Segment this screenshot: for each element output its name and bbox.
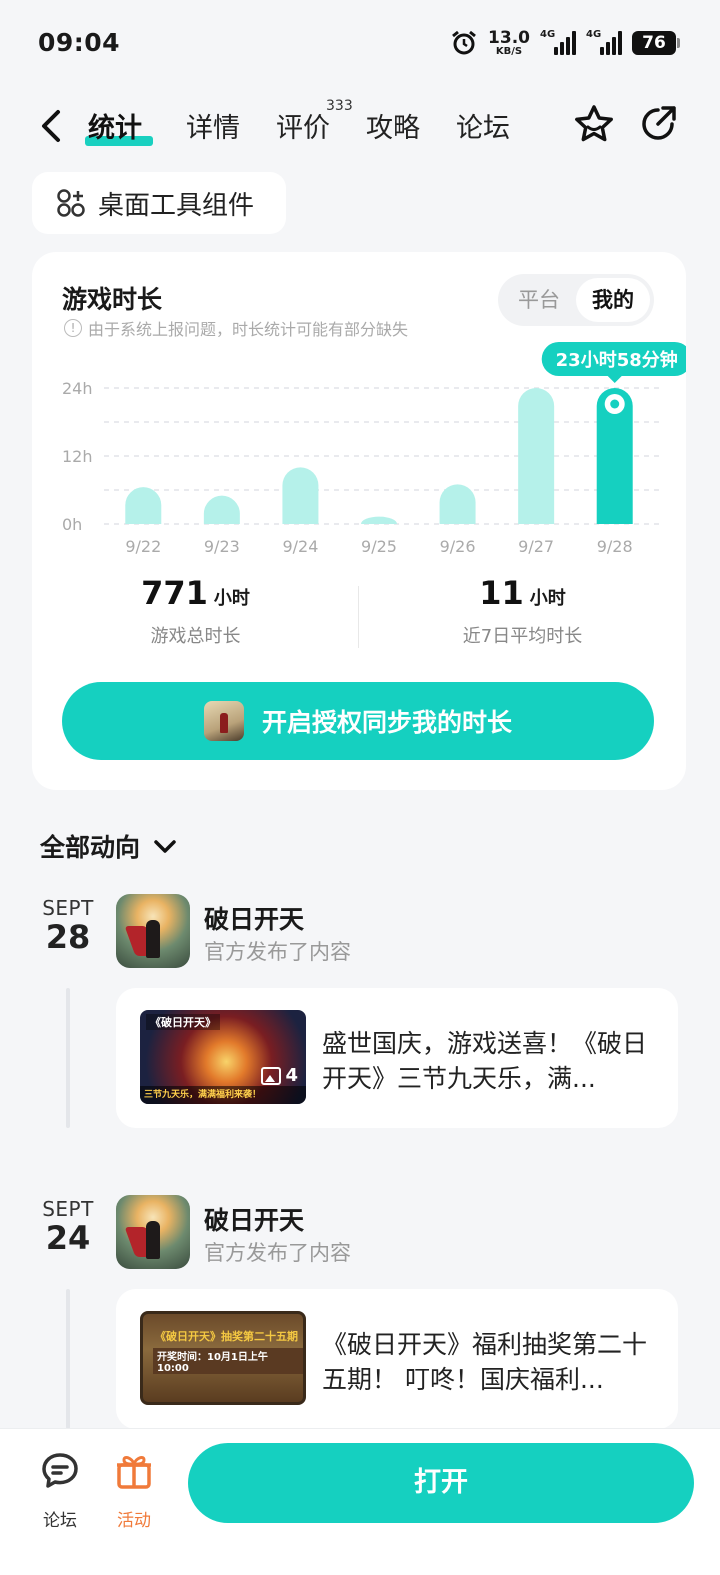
post-thumbnail: 《破日开天》抽奖第二十五期 开奖时间：10月1日上午10:00 xyxy=(140,1311,306,1405)
x-tick-label: 9/24 xyxy=(282,537,318,556)
alarm-icon xyxy=(452,30,476,55)
chart-bar xyxy=(439,484,476,524)
publish-action: 官方发布了内容 xyxy=(204,940,351,964)
gift-icon xyxy=(117,1456,151,1489)
publisher-name[interactable]: 破日开天 xyxy=(204,1201,304,1237)
chart-bar xyxy=(125,487,162,524)
bottom-action-bar: 论坛 活动 打开 xyxy=(0,1428,720,1575)
y-tick-label: 0h xyxy=(62,515,82,534)
publisher-name[interactable]: 破日开天 xyxy=(204,900,304,936)
playtime-note: ! 由于系统上报问题，时长统计可能有部分缺失 xyxy=(64,316,408,340)
publish-action: 官方发布了内容 xyxy=(204,1241,351,1265)
tooltip-pointer xyxy=(607,376,622,383)
x-tick-label: 9/28 xyxy=(597,537,633,556)
x-tick-label: 9/26 xyxy=(440,537,476,556)
total-playtime: 771 小时 游戏总时长 xyxy=(141,574,250,647)
feed-date: SEPT 28 xyxy=(42,896,94,956)
network-speed: 13.0 KB/S xyxy=(488,27,530,57)
x-tick-label: 9/22 xyxy=(125,537,161,556)
review-count-badge: 333 xyxy=(326,98,353,114)
timeline-line xyxy=(66,1289,70,1429)
share-icon[interactable] xyxy=(636,102,680,146)
playtime-chart: 0h 12h 24h 9/22 9/23 9/24 9/25 9/26 9/27 9/28 23小时… xyxy=(62,342,686,556)
post-thumbnail: 《破日开天》 4 三节九天乐，满满福利来袭！ xyxy=(140,1010,306,1104)
y-tick-label: 12h xyxy=(62,447,93,466)
info-icon: ! xyxy=(64,319,82,337)
tab-reviews[interactable]: 评价 xyxy=(276,106,330,145)
chart-bar xyxy=(518,388,555,524)
signal-icon-2: 4G xyxy=(586,29,622,55)
publisher-avatar[interactable] xyxy=(116,1195,190,1269)
status-icons: 13.0 KB/S 4G 4G 76 xyxy=(450,26,680,60)
post-card[interactable]: 《破日开天》抽奖第二十五期 开奖时间：10月1日上午10:00 《破日开天》福利… xyxy=(116,1289,678,1429)
widget-grid-icon xyxy=(57,189,85,217)
image-icon xyxy=(261,1066,282,1085)
widget-chip-label: 桌面工具组件 xyxy=(98,190,255,221)
back-arrow-icon[interactable] xyxy=(36,106,68,146)
average-playtime: 11 小时 近7日平均时长 xyxy=(462,574,583,647)
chat-bubble-icon xyxy=(42,1453,78,1488)
chart-bar xyxy=(203,495,240,524)
game-icon xyxy=(203,701,244,741)
x-tick-label: 9/27 xyxy=(518,537,554,556)
y-tick-label: 24h xyxy=(62,379,93,398)
desktop-widget-button[interactable]: 桌面工具组件 xyxy=(32,172,286,234)
tab-forum[interactable]: 论坛 xyxy=(456,106,510,145)
star-icon[interactable] xyxy=(572,102,616,146)
chart-bar xyxy=(361,516,397,524)
status-time: 09:04 xyxy=(38,28,121,57)
image-count: 4 xyxy=(261,1065,298,1086)
source-toggle[interactable]: 平台 我的 xyxy=(498,274,654,326)
selected-point-dot xyxy=(610,399,620,409)
toggle-platform[interactable]: 平台 xyxy=(502,278,576,322)
publisher-avatar[interactable] xyxy=(116,894,190,968)
status-bar: 09:04 13.0 KB/S 4G 4G 76 xyxy=(0,0,720,88)
tab-details[interactable]: 详情 xyxy=(186,106,240,145)
feed-filter[interactable]: 全部动向 xyxy=(40,828,178,864)
tooltip-label: 23小时58分钟 xyxy=(556,349,678,371)
battery-icon: 76 xyxy=(632,31,680,55)
post-text: 《破日开天》福利抽奖第二十五期！ 叮咚！国庆福利... xyxy=(322,1330,648,1394)
toggle-mine[interactable]: 我的 xyxy=(576,278,650,322)
post-card[interactable]: 《破日开天》 4 三节九天乐，满满福利来袭！ 盛世国庆，游戏送喜！《破日开天》三… xyxy=(116,988,678,1128)
open-game-button[interactable]: 打开 xyxy=(188,1443,694,1523)
playtime-card: 游戏时长 ! 由于系统上报问题，时长统计可能有部分缺失 平台 我的 0h 12h 2… xyxy=(32,252,686,790)
tab-stats[interactable]: 统计 xyxy=(88,106,142,145)
timeline-line xyxy=(66,988,70,1128)
x-tick-label: 9/23 xyxy=(204,537,240,556)
forum-shortcut[interactable]: 论坛 xyxy=(30,1449,90,1531)
sync-playtime-button[interactable]: 开启授权同步我的时长 xyxy=(62,682,654,760)
feed-date: SEPT 24 xyxy=(42,1197,94,1257)
chart-bar xyxy=(282,467,319,524)
playtime-title: 游戏时长 xyxy=(62,285,163,314)
chevron-down-icon xyxy=(154,840,176,853)
top-nav: 统计 详情 评价 333 攻略 论坛 xyxy=(0,92,720,162)
activity-shortcut[interactable]: 活动 xyxy=(104,1449,164,1531)
signal-icon: 4G xyxy=(540,29,576,55)
playtime-summary: 771 小时 游戏总时长 11 小时 近7日平均时长 xyxy=(32,574,686,654)
x-tick-label: 9/25 xyxy=(361,537,397,556)
tab-guides[interactable]: 攻略 xyxy=(366,106,420,145)
post-text: 盛世国庆，游戏送喜！《破日开天》三节九天乐，满... xyxy=(322,1029,648,1093)
